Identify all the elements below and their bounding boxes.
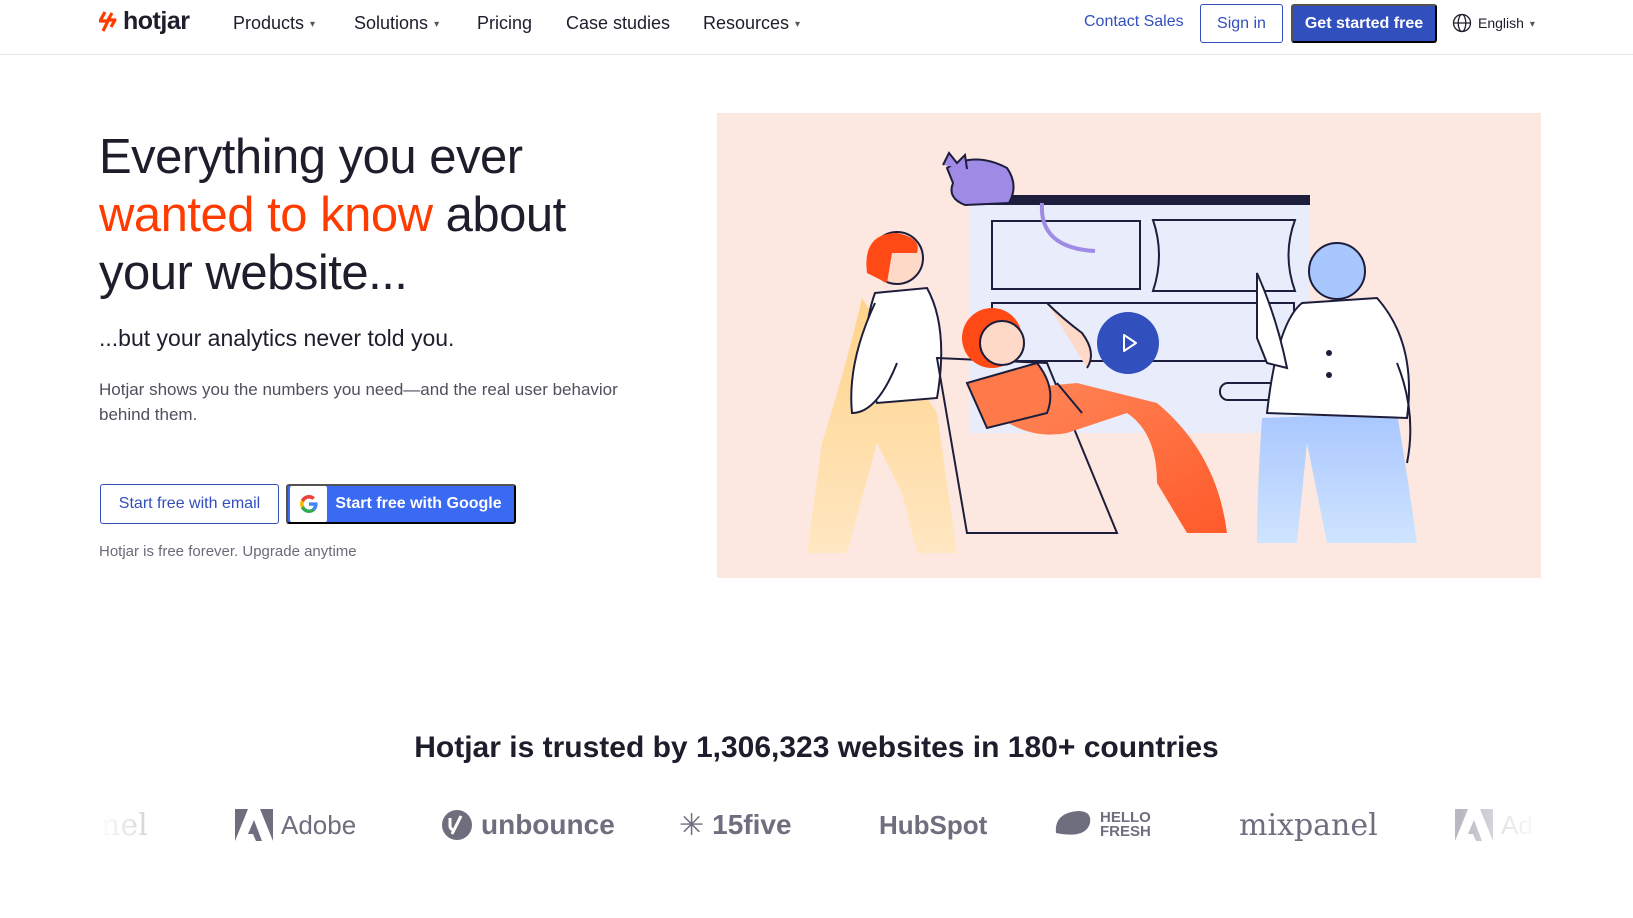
- hero-title-rest: about: [432, 188, 567, 242]
- chevron-down-icon: ▾: [310, 19, 316, 30]
- logo-unbounce: unbounce: [441, 800, 615, 850]
- hero-title-line1: Everything you ever: [99, 130, 523, 184]
- logo-fade-left: [99, 795, 179, 855]
- nav-solutions[interactable]: Solutions ▾: [354, 13, 439, 34]
- logo-hubspot-text: HubSpot: [879, 809, 988, 840]
- logo-text: hotjar: [123, 7, 190, 35]
- hero-description: Hotjar shows you the numbers you need—an…: [99, 380, 618, 424]
- nav-case-studies[interactable]: Case studies: [566, 13, 670, 34]
- nav-solutions-label: Solutions: [354, 13, 429, 33]
- get-started-button[interactable]: Get started free: [1291, 4, 1437, 43]
- hero-subheading: ...but your analytics never told you.: [99, 325, 455, 351]
- chevron-down-icon: ▾: [434, 19, 440, 30]
- hotjar-logo-icon: [99, 10, 117, 32]
- logo-mixpanel-text: mixpanel: [1239, 807, 1378, 843]
- chevron-down-icon: ▾: [1529, 18, 1535, 30]
- nav-products[interactable]: Products ▾: [233, 13, 315, 34]
- logo-fade-right: [1460, 795, 1542, 855]
- sign-in-button[interactable]: Sign in: [1200, 4, 1283, 43]
- hero-title-line3: your website...: [99, 246, 408, 300]
- adobe-icon: [235, 809, 273, 841]
- hero-title-accent: wanted to know: [99, 188, 433, 242]
- nav-resources-label: Resources: [703, 13, 790, 33]
- customer-logos: nel Adobe unbounce ✳ 15five HubSpot HELL…: [99, 800, 1540, 850]
- globe-icon: [1452, 13, 1472, 33]
- logo-15five: ✳ 15five: [679, 800, 792, 850]
- top-navigation: hotjar Products ▾ Solutions ▾ Pricing Ca…: [0, 0, 1633, 55]
- google-button-label: Start free with Google: [335, 495, 502, 512]
- language-label: English: [1478, 15, 1524, 31]
- nav-products-label: Products: [233, 13, 305, 33]
- nav-pricing[interactable]: Pricing: [477, 13, 532, 34]
- free-forever-note: Hotjar is free forever. Upgrade anytime: [99, 543, 357, 560]
- language-selector[interactable]: English ▾: [1452, 13, 1535, 33]
- logo-adobe: Adobe: [235, 800, 356, 850]
- hellofresh-leaf-icon: [1055, 811, 1091, 835]
- start-free-google-button[interactable]: Start free with Google: [286, 484, 516, 524]
- contact-sales-link[interactable]: Contact Sales: [1084, 13, 1184, 31]
- logo-adobe-text: Adobe: [281, 809, 357, 840]
- trust-headline: Hotjar is trusted by 1,306,323 websites …: [414, 731, 1219, 764]
- logo-hubspot: HubSpot: [879, 800, 987, 850]
- chevron-down-icon: ▾: [795, 19, 801, 30]
- start-free-email-button[interactable]: Start free with email: [100, 484, 279, 524]
- logo-15five-text: 15five: [712, 809, 792, 840]
- nav-pricing-label: Pricing: [477, 13, 533, 33]
- hero-title: Everything you ever wanted to know about…: [99, 128, 659, 302]
- unbounce-icon: [442, 810, 472, 840]
- logo-mixpanel: mixpanel: [1239, 800, 1378, 850]
- logo-hellofresh: HELLO FRESH: [1054, 800, 1158, 850]
- play-video-button[interactable]: [1097, 312, 1159, 374]
- hotjar-logo[interactable]: hotjar: [99, 7, 190, 36]
- play-icon: [1123, 334, 1137, 352]
- logo-unbounce-text: unbounce: [481, 809, 615, 840]
- nav-resources[interactable]: Resources ▾: [703, 13, 800, 34]
- sparkle-icon: ✳: [679, 808, 705, 842]
- logo-hellofresh-text: HELLO FRESH: [1100, 809, 1151, 840]
- google-g-icon: [290, 486, 327, 522]
- nav-case-studies-label: Case studies: [566, 13, 671, 33]
